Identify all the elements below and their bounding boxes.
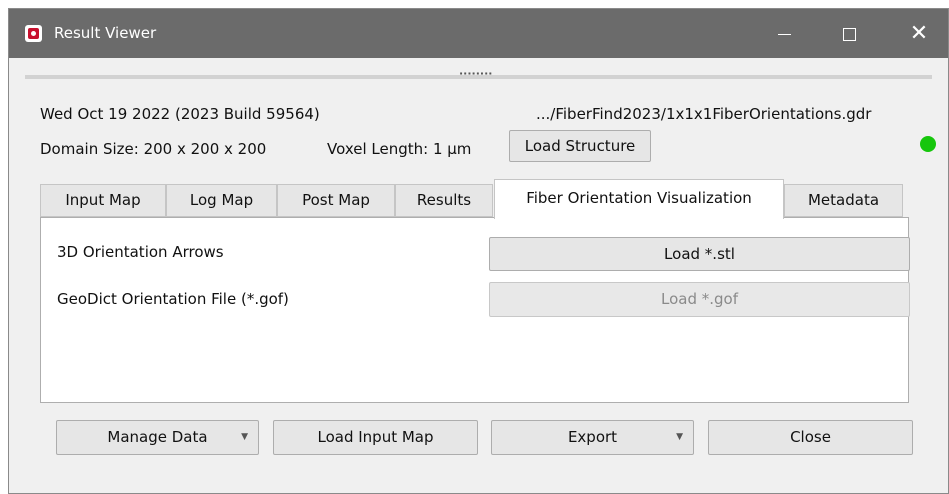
minimize-icon	[777, 33, 791, 35]
load-stl-button[interactable]: Load *.stl	[489, 237, 910, 271]
minimize-button[interactable]	[761, 9, 807, 58]
maximize-button[interactable]	[826, 9, 872, 58]
orientation-file-label: GeoDict Orientation File (*.gof)	[57, 290, 289, 308]
title-bar: Result Viewer ✕	[9, 9, 948, 58]
tab-fiber-orientation-visualization[interactable]: Fiber Orientation Visualization	[494, 179, 784, 219]
fiber-orientation-panel: 3D Orientation Arrows Load *.stl GeoDict…	[40, 217, 910, 403]
close-icon: ✕	[909, 21, 929, 46]
app-icon	[25, 25, 42, 42]
manage-data-label: Manage Data	[107, 428, 208, 446]
close-window-button[interactable]: ✕	[896, 9, 942, 58]
build-info: Wed Oct 19 2022 (2023 Build 59564)	[40, 105, 320, 123]
load-gof-button[interactable]: Load *.gof	[489, 282, 910, 317]
tab-metadata[interactable]: Metadata	[784, 184, 903, 217]
chevron-down-icon: ▼	[676, 432, 683, 442]
load-input-map-button[interactable]: Load Input Map	[273, 420, 478, 455]
domain-size: Domain Size: 200 x 200 x 200	[40, 140, 267, 158]
manage-data-dropdown[interactable]: Manage Data ▼	[56, 420, 259, 455]
file-path: .../FiberFind2023/1x1x1FiberOrientations…	[536, 105, 872, 123]
status-indicator	[920, 136, 936, 152]
export-dropdown[interactable]: Export ▼	[491, 420, 694, 455]
orientation-arrows-label: 3D Orientation Arrows	[57, 243, 224, 261]
tab-input-map[interactable]: Input Map	[40, 184, 166, 217]
window-title: Result Viewer	[54, 24, 157, 42]
maximize-icon	[842, 27, 856, 41]
close-button[interactable]: Close	[708, 420, 913, 455]
tab-results[interactable]: Results	[395, 184, 493, 217]
load-structure-button[interactable]: Load Structure	[509, 130, 651, 162]
result-viewer-window: Result Viewer ✕ ········ Wed Oct 19 2022…	[8, 8, 949, 494]
voxel-length: Voxel Length: 1 µm	[327, 140, 472, 158]
tab-log-map[interactable]: Log Map	[166, 184, 277, 217]
splitter-grip-icon[interactable]: ········	[459, 67, 492, 80]
chevron-down-icon: ▼	[241, 432, 248, 442]
tab-post-map[interactable]: Post Map	[277, 184, 395, 217]
export-label: Export	[567, 428, 618, 446]
